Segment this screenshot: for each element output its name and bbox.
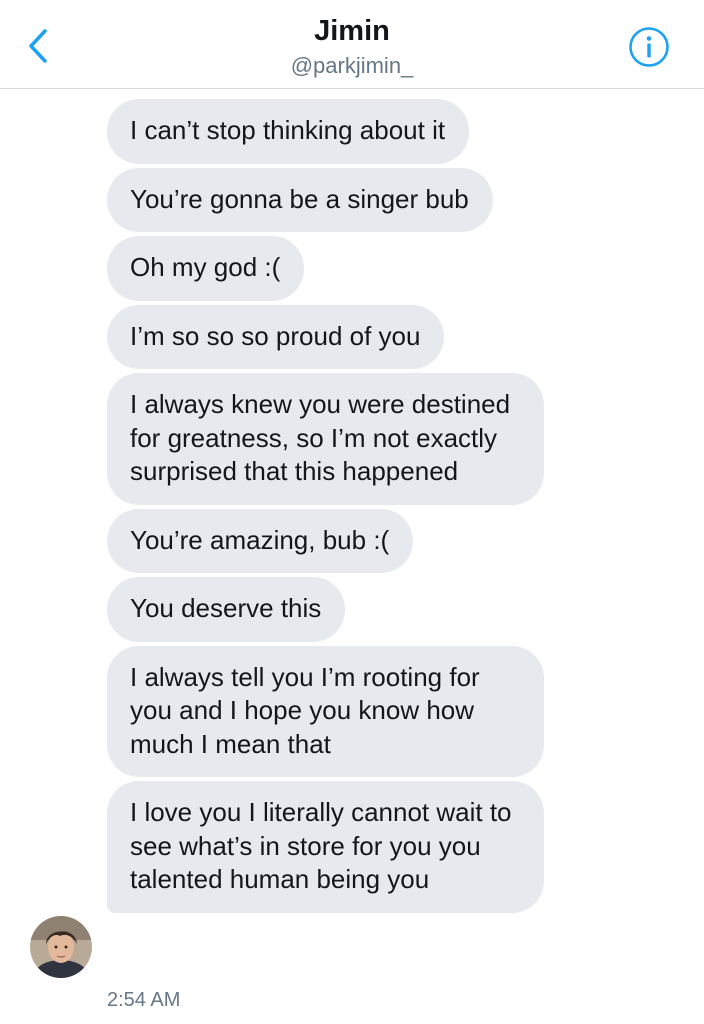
message-bubble[interactable]: I always knew you were destined for grea… (107, 373, 544, 505)
conversation-header: Jimin @parkjimin_ (0, 0, 704, 89)
info-button[interactable] (628, 26, 670, 68)
message-bubble[interactable]: I can’t stop thinking about it (107, 99, 470, 164)
message-bubble[interactable]: You’re amazing, bub :( (107, 508, 414, 573)
avatar-image (30, 916, 92, 978)
message-timestamp: 2:54 AM (107, 989, 181, 1011)
avatar[interactable] (30, 916, 92, 978)
message-bubble[interactable]: I always tell you I’m rooting for you an… (107, 645, 544, 777)
info-icon (629, 27, 669, 67)
message-bubble[interactable]: I love you I literally cannot wait to se… (107, 781, 544, 913)
conversation-handle: @parkjimin_ (290, 53, 414, 78)
message-bubble[interactable]: You’re gonna be a singer bub (107, 167, 493, 232)
message-bubble[interactable]: You deserve this (107, 577, 346, 642)
conversation-title: Jimin (314, 15, 390, 47)
message-thread: I can’t stop thinking about it You’re go… (107, 99, 667, 917)
message-bubble[interactable]: I’m so so so proud of you (107, 304, 445, 369)
message-bubble[interactable]: Oh my god :( (107, 236, 305, 301)
conversation-title-block[interactable]: Jimin @parkjimin_ (0, 12, 704, 80)
